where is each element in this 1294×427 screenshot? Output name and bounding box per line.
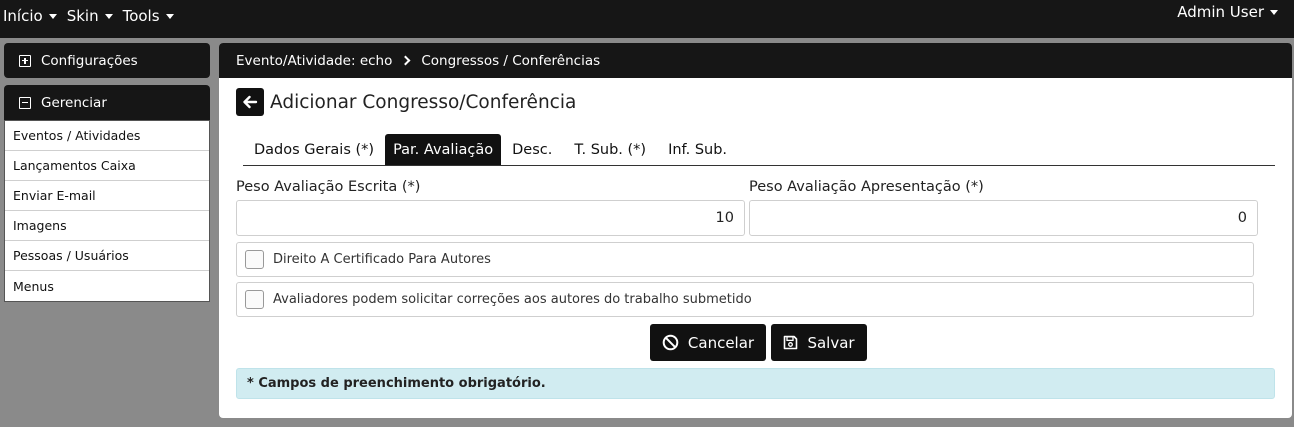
- presentation-weight-label: Peso Avaliação Apresentação (*): [749, 179, 984, 195]
- collapse-icon: [19, 96, 31, 109]
- arrow-left-icon: [243, 95, 258, 109]
- tab-t-sub[interactable]: T. Sub. (*): [563, 134, 657, 165]
- menu-inicio-label: Início: [3, 7, 43, 25]
- certificate-checkbox[interactable]: [245, 250, 264, 269]
- sidebar-item-eventos[interactable]: Eventos / Atividades: [5, 121, 209, 151]
- sidebar-item-email[interactable]: Enviar E-mail: [5, 181, 209, 211]
- corrections-option[interactable]: Avaliadores podem solicitar correções ao…: [236, 282, 1254, 317]
- sidebar-panel-configuracoes-label: Configurações: [41, 52, 138, 69]
- required-fields-notice: * Campos de preenchimento obrigatório.: [236, 368, 1275, 399]
- sidebar-panel-gerenciar-label: Gerenciar: [41, 94, 107, 111]
- top-menu: Início Skin Tools: [3, 7, 174, 25]
- breadcrumb-event[interactable]: Evento/Atividade: echo: [236, 53, 392, 69]
- caret-down-icon: [48, 13, 57, 19]
- page-title: Adicionar Congresso/Conferência: [270, 91, 577, 113]
- tab-desc[interactable]: Desc.: [501, 134, 563, 165]
- corrections-checkbox[interactable]: [245, 290, 264, 309]
- user-menu[interactable]: Admin User: [1177, 3, 1278, 21]
- back-button[interactable]: [236, 88, 264, 116]
- sidebar-panel-gerenciar[interactable]: Gerenciar: [4, 85, 210, 120]
- caret-down-icon: [165, 13, 174, 19]
- caret-down-icon: [1270, 9, 1278, 15]
- menu-skin-label: Skin: [66, 7, 99, 25]
- title-row: Adicionar Congresso/Conferência: [236, 88, 576, 116]
- main-card: Evento/Atividade: echo Congressos / Conf…: [219, 43, 1292, 418]
- top-navbar: Início Skin Tools Admin User: [0, 0, 1294, 38]
- chevron-right-icon: [400, 55, 411, 66]
- written-weight-label: Peso Avaliação Escrita (*): [236, 179, 421, 195]
- floppy-disk-icon: [784, 335, 798, 350]
- tab-par-avaliacao[interactable]: Par. Avaliação: [385, 134, 502, 165]
- tab-bar: Dados Gerais (*) Par. Avaliação Desc. T.…: [243, 134, 1275, 166]
- breadcrumb-section: Congressos / Conferências: [421, 52, 601, 69]
- sidebar-list: Eventos / Atividades Lançamentos Caixa E…: [4, 120, 210, 302]
- presentation-weight-input[interactable]: [749, 200, 1258, 236]
- save-button[interactable]: Salvar: [771, 324, 867, 361]
- cancel-button-label: Cancelar: [687, 333, 755, 352]
- save-button-label: Salvar: [807, 333, 855, 352]
- menu-skin[interactable]: Skin: [67, 7, 113, 25]
- sidebar-item-imagens[interactable]: Imagens: [5, 211, 209, 241]
- sidebar-item-lancamentos[interactable]: Lançamentos Caixa: [5, 151, 209, 181]
- certificate-label: Direito A Certificado Para Autores: [273, 252, 491, 267]
- menu-inicio[interactable]: Início: [3, 7, 57, 25]
- ban-icon: [662, 334, 679, 351]
- sidebar-panel-configuracoes[interactable]: Configurações: [4, 43, 210, 78]
- sidebar: Configurações Gerenciar Eventos / Ativid…: [4, 43, 210, 302]
- expand-icon: [19, 54, 31, 67]
- cancel-button[interactable]: Cancelar: [650, 324, 766, 361]
- breadcrumb: Evento/Atividade: echo Congressos / Conf…: [219, 43, 1292, 78]
- caret-down-icon: [104, 13, 113, 19]
- user-menu-label: Admin User: [1177, 3, 1264, 21]
- tab-dados-gerais[interactable]: Dados Gerais (*): [243, 134, 385, 165]
- certificate-option[interactable]: Direito A Certificado Para Autores: [236, 242, 1254, 277]
- menu-tools-label: Tools: [122, 7, 160, 25]
- written-weight-input[interactable]: [236, 200, 745, 236]
- menu-tools[interactable]: Tools: [123, 7, 174, 25]
- sidebar-item-menus[interactable]: Menus: [5, 271, 209, 301]
- corrections-label: Avaliadores podem solicitar correções ao…: [273, 292, 752, 307]
- sidebar-item-pessoas[interactable]: Pessoas / Usuários: [5, 241, 209, 271]
- tab-inf-sub[interactable]: Inf. Sub.: [657, 134, 738, 165]
